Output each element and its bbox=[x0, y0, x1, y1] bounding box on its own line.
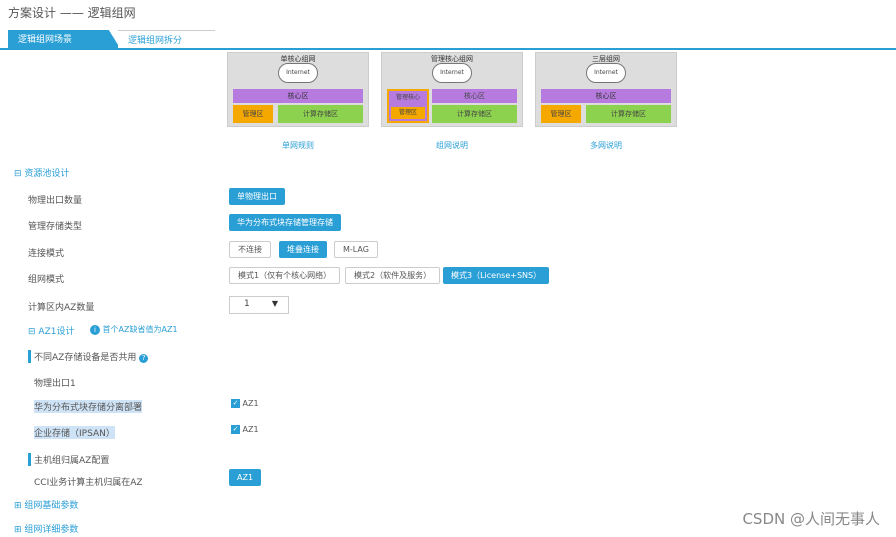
core-zone: 核心区 bbox=[432, 89, 517, 103]
internet-cloud-icon: Internet bbox=[278, 63, 318, 83]
compute-zone: 计算存储区 bbox=[432, 105, 517, 123]
mgmt-core-label: 管理核心 bbox=[395, 94, 420, 101]
option-mlag[interactable]: M-LAG bbox=[334, 241, 378, 258]
az-count-value: 1 bbox=[244, 299, 250, 309]
expand-icon: ⊞ bbox=[14, 501, 25, 511]
label-physical-exit: 物理出口数量 bbox=[28, 196, 83, 206]
core-zone: 核心区 bbox=[233, 89, 363, 103]
compute-zone: 计算存储区 bbox=[586, 105, 671, 123]
internet-cloud-icon: Internet bbox=[432, 63, 472, 83]
label-az-count: 计算区内AZ数量 bbox=[28, 303, 95, 313]
section-label: 组网基础参数 bbox=[24, 501, 79, 511]
host-group-row-label: CCI业务计算主机归属在AZ bbox=[34, 478, 143, 488]
option-stack-connect[interactable]: 堆叠连接 bbox=[279, 241, 327, 258]
mgmt-storage-button[interactable]: 华为分布式块存储管理存储 bbox=[229, 214, 341, 231]
az-count-select[interactable]: 1 ▼ bbox=[229, 296, 289, 314]
label-connection-mode: 连接模式 bbox=[28, 249, 65, 259]
tab-logical-split[interactable]: 逻辑组网拆分 bbox=[118, 30, 228, 48]
topology-three-layer[interactable]: 三层组网 Internet 核心区 管理区 计算存储区 bbox=[535, 52, 677, 127]
tab-logical-scenario[interactable]: 逻辑组网场景 bbox=[8, 30, 120, 48]
storage-share-label: 不同AZ存储设备是否共用 ? bbox=[28, 350, 149, 363]
mgmt-zone: 管理区 bbox=[541, 105, 581, 123]
dist-storage-az: AZ1 bbox=[242, 399, 259, 408]
collapse-icon: ⊟ bbox=[14, 169, 25, 179]
section-label: 组网详细参数 bbox=[24, 525, 79, 535]
compute-zone: 计算存储区 bbox=[278, 105, 363, 123]
label-mgmt-storage: 管理存储类型 bbox=[28, 222, 83, 232]
info-icon: i bbox=[90, 325, 100, 335]
section-az1[interactable]: ⊟ AZ1设计 bbox=[28, 324, 74, 337]
enterprise-storage-label: 企业存储（IPSAN） bbox=[34, 426, 115, 439]
option-mode3[interactable]: 模式3（License+SNS） bbox=[443, 267, 550, 284]
section-resource-pool[interactable]: ⊟ 资源池设计 bbox=[14, 166, 69, 179]
internet-cloud-icon: Internet bbox=[586, 63, 626, 83]
topology-mgmt-core[interactable]: 管理核心组网 Internet 管理核心 管理区 核心区 计算存储区 bbox=[381, 52, 523, 127]
option-no-connect[interactable]: 不连接 bbox=[229, 241, 271, 258]
mgmt-zone: 管理区 bbox=[391, 107, 425, 119]
page-title: 方案设计 —— 逻辑组网 bbox=[8, 6, 136, 20]
section-networking-params[interactable]: ⊞ 组网基础参数 bbox=[14, 498, 78, 511]
physical-exit-button[interactable]: 单物理出口 bbox=[229, 188, 285, 205]
enterprise-storage-checkbox[interactable]: ✓ AZ1 bbox=[231, 425, 259, 434]
expand-icon: ⊞ bbox=[14, 525, 25, 535]
help-icon[interactable]: ? bbox=[139, 354, 149, 363]
caret-down-icon: ▼ bbox=[271, 299, 278, 308]
watermark: CSDN @人间无事人 bbox=[742, 510, 880, 528]
section-label: AZ1设计 bbox=[38, 327, 75, 337]
dist-storage-label: 华为分布式块存储分离部署 bbox=[34, 400, 143, 413]
az-info: i 首个AZ缺省值为AZ1 bbox=[90, 324, 178, 335]
label-network-mode: 组网模式 bbox=[28, 275, 65, 285]
core-zone: 核心区 bbox=[541, 89, 671, 103]
dist-storage-checkbox[interactable]: ✓ AZ1 bbox=[231, 399, 259, 408]
section-label: 资源池设计 bbox=[24, 169, 70, 179]
tab-bar: 逻辑组网场景 逻辑组网拆分 bbox=[0, 30, 896, 50]
checkbox-checked-icon: ✓ bbox=[231, 399, 240, 408]
mgmt-zone: 管理区 bbox=[233, 105, 273, 123]
az-info-text: 首个AZ缺省值为AZ1 bbox=[102, 325, 178, 334]
topology-link-1[interactable]: 单网规则 bbox=[227, 140, 369, 151]
checkbox-checked-icon: ✓ bbox=[231, 425, 240, 434]
topology-single-core[interactable]: 单核心组网 Internet 核心区 管理区 计算存储区 bbox=[227, 52, 369, 127]
topology-link-3[interactable]: 多网说明 bbox=[535, 140, 677, 151]
topology-link-2[interactable]: 组网说明 bbox=[381, 140, 523, 151]
port-label: 物理出口1 bbox=[34, 379, 76, 389]
host-group-label: 主机组归属AZ配置 bbox=[28, 453, 109, 466]
option-mode2[interactable]: 模式2（软件及服务） bbox=[345, 267, 441, 284]
storage-share-text: 不同AZ存储设备是否共用 bbox=[34, 353, 137, 363]
mgmt-core-zone: 管理核心 管理区 bbox=[387, 89, 429, 123]
enterprise-storage-az: AZ1 bbox=[242, 425, 259, 434]
option-mode1[interactable]: 模式1（仅有个核心网络） bbox=[229, 267, 341, 284]
collapse-icon: ⊟ bbox=[28, 327, 39, 337]
host-group-az-button[interactable]: AZ1 bbox=[229, 469, 262, 486]
section-networking-detail[interactable]: ⊞ 组网详细参数 bbox=[14, 522, 78, 535]
